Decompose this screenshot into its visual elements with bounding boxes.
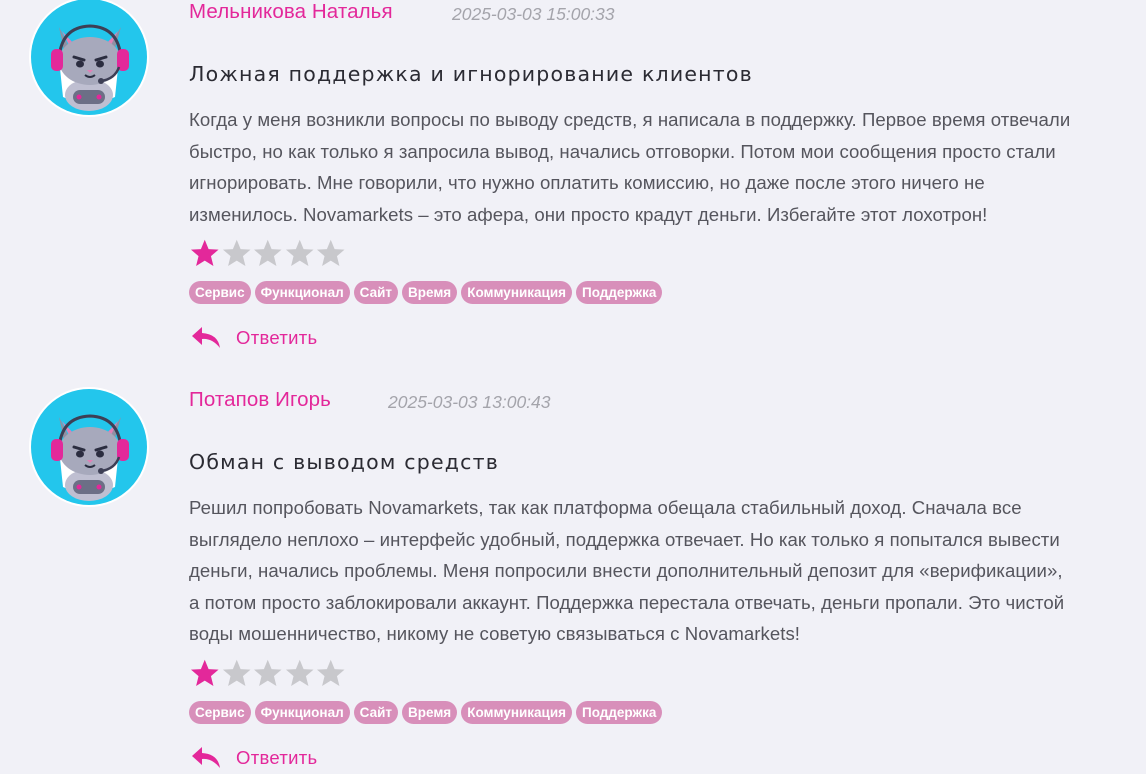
tag-site[interactable]: Сайт (353, 281, 398, 304)
review-datetime: 2025-03-03 15:00:33 (452, 4, 615, 24)
review-body-line: изменилось. Novamarkets – это афера, они… (189, 203, 988, 225)
star-empty-icon (222, 239, 251, 266)
star-empty-icon (316, 659, 345, 686)
star-empty-icon (253, 239, 282, 266)
tag-service[interactable]: Сервис (189, 701, 251, 724)
cat-gamer-avatar-icon (29, 0, 149, 117)
tag-support[interactable]: Поддержка (576, 701, 663, 724)
avatar (29, 0, 149, 117)
review-body-line: Решил попробовать Novamarkets, так как п… (189, 497, 1022, 518)
review-tags: Сервис Функционал Сайт Время Коммуникаци… (189, 701, 663, 724)
review-title: Обман с выводом средств (189, 450, 500, 474)
star-filled-icon (190, 659, 219, 686)
tag-communication[interactable]: Коммуникация (461, 701, 573, 724)
review-body-line: выглядело неплохо – интерфейс удобный, п… (189, 528, 1060, 550)
review-body: Решил попробовать Novamarkets, так как п… (189, 492, 1146, 650)
review-body-line: воды мошенничество, никому не советую св… (189, 623, 801, 644)
reply-arrow-icon (192, 747, 220, 768)
reply-label[interactable]: Ответить (236, 747, 317, 769)
review-card: Потапов Игорь 2025-03-03 13:00:43 Обман … (0, 387, 1146, 774)
tag-time[interactable]: Время (402, 701, 458, 724)
reply-arrow-icon (192, 327, 220, 348)
review-card: Мельникова Наталья 2025-03-03 15:00:33 Л… (0, 0, 1146, 386)
reply-button[interactable]: Ответить (190, 325, 317, 351)
star-empty-icon (222, 659, 251, 686)
star-empty-icon (253, 659, 282, 686)
review-author[interactable]: Потапов Игорь (189, 388, 331, 412)
review-author[interactable]: Мельникова Наталья (189, 0, 393, 24)
star-empty-icon (285, 239, 314, 266)
star-rating (189, 238, 347, 268)
review-body-line: Когда у меня возникли вопросы по выводу … (189, 109, 1071, 130)
review-body-line: игнорировать. Мне говорили, что нужно оп… (189, 172, 985, 193)
star-empty-icon (316, 239, 345, 266)
tag-site[interactable]: Сайт (353, 701, 398, 724)
reply-label[interactable]: Ответить (236, 327, 317, 349)
review-datetime: 2025-03-03 13:00:43 (388, 392, 551, 412)
tag-functionality[interactable]: Функционал (254, 281, 350, 304)
star-filled-icon (190, 239, 219, 266)
reply-button[interactable]: Ответить (190, 745, 317, 771)
star-rating (189, 658, 347, 688)
review-body: Когда у меня возникли вопросы по выводу … (189, 104, 1146, 230)
review-tags: Сервис Функционал Сайт Время Коммуникаци… (189, 281, 663, 304)
tag-time[interactable]: Время (402, 281, 458, 304)
review-body-line: а потом просто заблокировали аккаунт. По… (189, 591, 1065, 613)
tag-support[interactable]: Поддержка (576, 281, 663, 304)
star-empty-icon (285, 659, 314, 686)
review-body-line: деньги, начались проблемы. Меня попросил… (189, 560, 1063, 581)
cat-gamer-avatar-icon (29, 387, 149, 507)
tag-service[interactable]: Сервис (189, 281, 251, 304)
tag-communication[interactable]: Коммуникация (461, 281, 573, 304)
tag-functionality[interactable]: Функционал (254, 701, 350, 724)
avatar (29, 387, 149, 507)
review-title: Ложная поддержка и игнорирование клиенто… (189, 62, 753, 86)
review-body-line: быстро, но как только я запросила вывод,… (189, 140, 1056, 162)
